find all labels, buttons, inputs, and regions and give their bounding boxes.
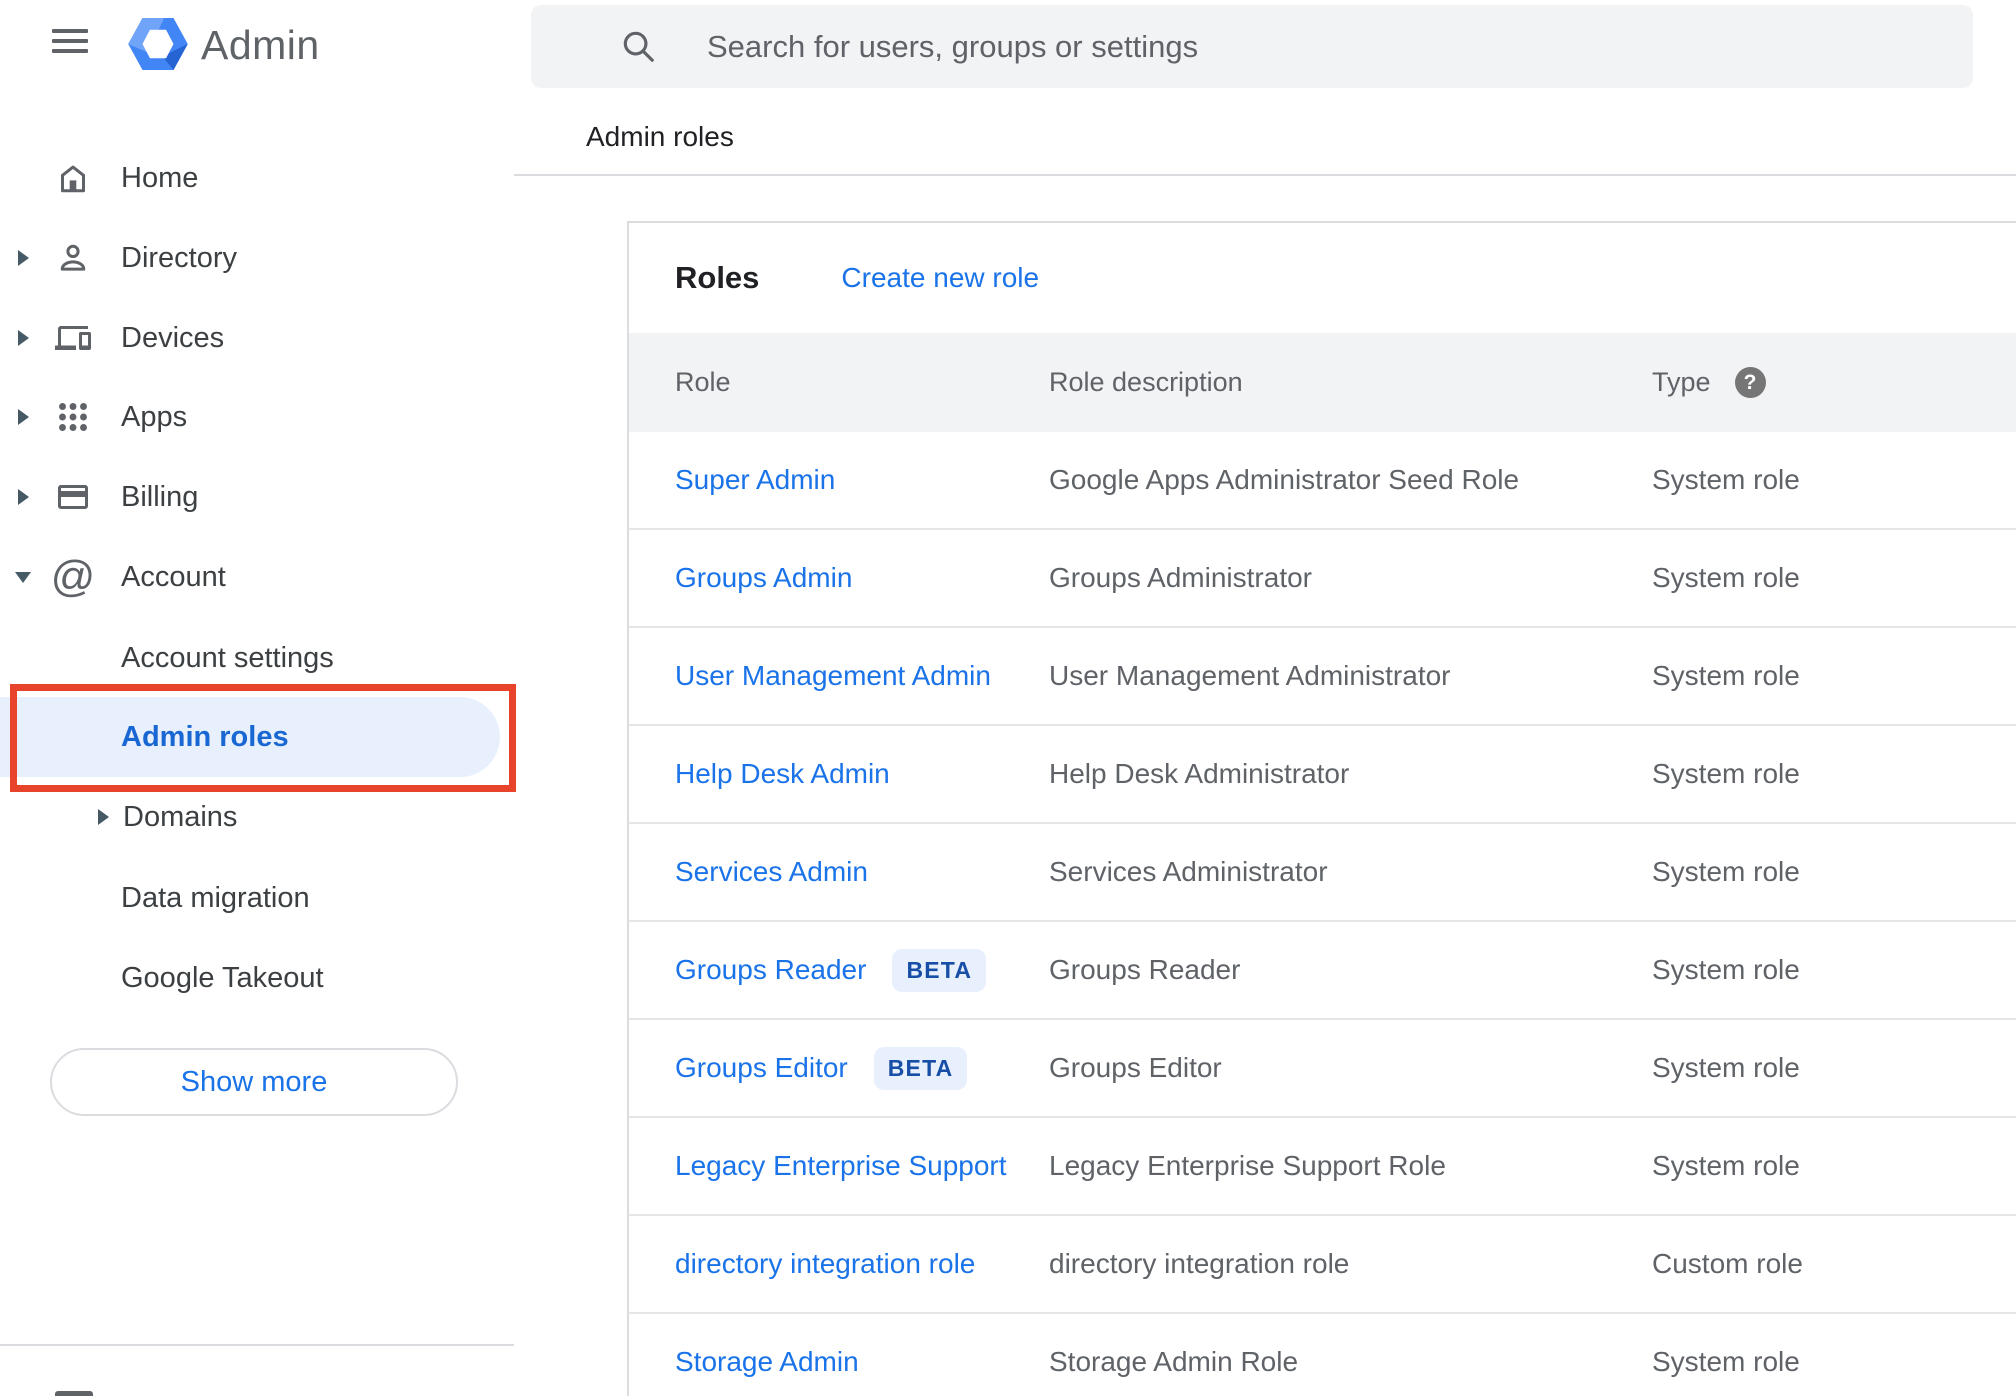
role-description: Groups Editor: [1049, 1052, 1222, 1083]
sidebar-item-domains[interactable]: Domains: [0, 777, 514, 857]
sidebar-item-account-settings[interactable]: Account settings: [0, 618, 514, 698]
credit-card-icon: [55, 479, 91, 515]
sidebar-item-admin-roles[interactable]: Admin roles: [0, 697, 500, 777]
role-type: System role: [1652, 758, 1800, 789]
breadcrumb: Admin roles: [586, 121, 734, 152]
chevron-right-icon[interactable]: [98, 809, 109, 825]
column-header-role: Role: [675, 367, 731, 397]
help-icon[interactable]: ?: [1734, 367, 1766, 398]
chevron-right-icon[interactable]: [18, 489, 29, 505]
roles-title: Roles: [675, 260, 760, 295]
sidebar-item-data-migration[interactable]: Data migration: [0, 858, 514, 938]
sidebar-item-google-takeout[interactable]: Google Takeout: [0, 938, 514, 1018]
roles-card-header: Roles Create new role: [629, 223, 2016, 333]
role-type: System role: [1652, 1052, 1800, 1083]
table-row: Legacy Enterprise Support Legacy Enterpr…: [629, 1118, 2016, 1216]
beta-badge: BETA: [892, 948, 987, 992]
role-link[interactable]: Groups Reader: [675, 954, 866, 986]
role-type: System role: [1652, 1346, 1800, 1377]
beta-badge: BETA: [873, 1046, 968, 1090]
role-description: Groups Administrator: [1049, 562, 1312, 593]
sidebar-item-devices[interactable]: Devices: [0, 298, 514, 378]
chevron-right-icon[interactable]: [18, 250, 29, 266]
role-link[interactable]: Storage Admin: [675, 1346, 859, 1378]
sidebar-item-label: Apps: [121, 400, 188, 433]
role-type: System role: [1652, 1150, 1800, 1181]
sidebar-item-label: Directory: [121, 241, 238, 274]
role-link[interactable]: Groups Editor: [675, 1052, 848, 1084]
sidebar-item-label: Data migration: [121, 881, 310, 914]
role-description: User Management Administrator: [1049, 660, 1451, 691]
role-description: Storage Admin Role: [1049, 1346, 1299, 1377]
role-description: Google Apps Administrator Seed Role: [1049, 464, 1520, 495]
sidebar-item-label: Home: [121, 161, 199, 194]
roles-card: Roles Create new role Role Role descript…: [627, 221, 2016, 1396]
role-type: System role: [1652, 464, 1800, 495]
role-type: System role: [1652, 856, 1800, 887]
role-description: Services Administrator: [1049, 856, 1328, 887]
role-link[interactable]: directory integration role: [675, 1248, 975, 1280]
table-row: Groups Editor BETA Groups Editor System …: [629, 1020, 2016, 1118]
sidebar-bottom-divider: [0, 1344, 514, 1346]
sidebar-item-directory[interactable]: Directory: [0, 218, 514, 298]
sidebar-item-label: Admin roles: [121, 720, 289, 753]
search-bar[interactable]: [531, 5, 1973, 88]
role-description: Help Desk Administrator: [1049, 758, 1350, 789]
search-input[interactable]: [707, 5, 1907, 88]
sidebar: Admin Home Directory Devices Apps Billin…: [0, 0, 516, 1396]
person-icon: [55, 240, 91, 276]
content-divider: [514, 174, 2016, 176]
role-description: Legacy Enterprise Support Role: [1049, 1150, 1446, 1181]
admin-console-screen: Admin Home Directory Devices Apps Billin…: [0, 0, 2016, 1396]
apps-grid-icon: [55, 399, 91, 435]
clipped-bottom-icon: [55, 1391, 93, 1396]
create-new-role-link[interactable]: Create new role: [841, 262, 1039, 294]
sidebar-item-label: Google Takeout: [121, 961, 324, 994]
table-row: User Management Admin User Management Ad…: [629, 628, 2016, 726]
sidebar-item-label: Devices: [121, 321, 225, 354]
home-icon: [55, 160, 91, 196]
role-description: Groups Reader: [1049, 954, 1241, 985]
devices-icon: [55, 320, 91, 356]
sidebar-item-home[interactable]: Home: [0, 138, 514, 218]
table-row: Groups Reader BETA Groups Reader System …: [629, 922, 2016, 1020]
sidebar-item-account[interactable]: @ Account: [0, 537, 514, 617]
sidebar-item-label: Domains: [123, 800, 238, 833]
role-description: directory integration role: [1049, 1248, 1350, 1279]
role-type: System role: [1652, 660, 1800, 691]
column-header-description: Role description: [1049, 367, 1243, 397]
role-link[interactable]: Help Desk Admin: [675, 758, 890, 790]
at-sign-icon: @: [50, 552, 96, 601]
chevron-right-icon[interactable]: [18, 330, 29, 346]
sidebar-item-label: Billing: [121, 480, 199, 513]
column-header-type: Type ?: [1652, 367, 2016, 398]
chevron-down-icon[interactable]: [15, 572, 31, 583]
table-row: Services Admin Services Administrator Sy…: [629, 824, 2016, 922]
table-row: Super Admin Google Apps Administrator Se…: [629, 432, 2016, 530]
sidebar-item-label: Account: [121, 560, 226, 593]
role-link[interactable]: User Management Admin: [675, 660, 991, 692]
role-link[interactable]: Legacy Enterprise Support: [675, 1150, 1007, 1182]
role-type: System role: [1652, 562, 1800, 593]
hamburger-menu-icon[interactable]: [52, 28, 88, 56]
show-more-label: Show more: [180, 1065, 328, 1098]
search-icon: [623, 31, 654, 62]
table-header-row: Role Role description Type ?: [629, 333, 2016, 432]
role-link[interactable]: Groups Admin: [675, 562, 852, 594]
app-title: Admin: [201, 22, 320, 68]
role-link[interactable]: Super Admin: [675, 464, 835, 496]
role-link[interactable]: Services Admin: [675, 856, 868, 888]
show-more-button[interactable]: Show more: [50, 1048, 458, 1116]
role-type: System role: [1652, 954, 1800, 985]
sidebar-item-apps[interactable]: Apps: [0, 377, 514, 457]
sidebar-item-label: Account settings: [121, 641, 334, 674]
sidebar-item-billing[interactable]: Billing: [0, 457, 514, 537]
table-row: Storage Admin Storage Admin Role System …: [629, 1314, 2016, 1396]
table-row: Help Desk Admin Help Desk Administrator …: [629, 726, 2016, 824]
role-type: Custom role: [1652, 1248, 1803, 1279]
admin-logo-icon: [128, 17, 188, 71]
table-row: directory integration role directory int…: [629, 1216, 2016, 1314]
chevron-right-icon[interactable]: [18, 409, 29, 425]
table-row: Groups Admin Groups Administrator System…: [629, 530, 2016, 628]
